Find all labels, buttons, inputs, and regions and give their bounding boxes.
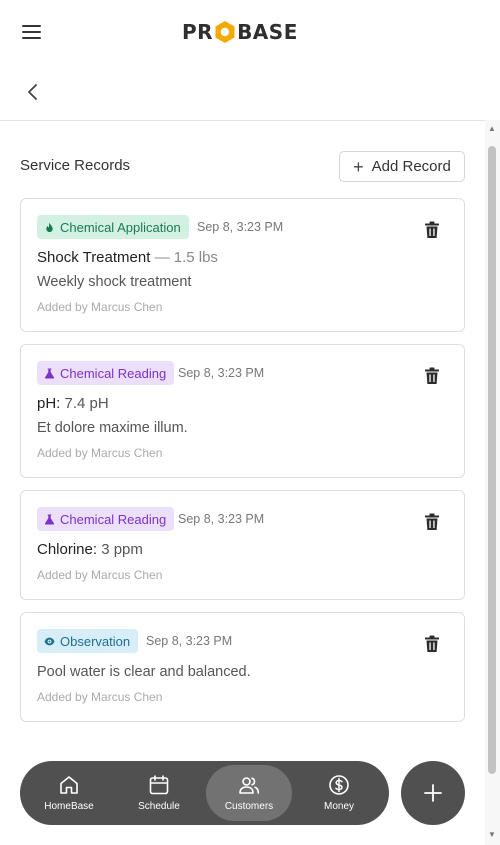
logo-hexagon-icon <box>215 21 235 43</box>
nav-label: Customers <box>224 801 274 812</box>
flask-icon <box>44 513 55 525</box>
add-fab-button[interactable] <box>401 761 465 825</box>
record-card: Chemical Application Sep 8, 3:23 PM Shoc… <box>20 198 465 332</box>
record-description: Weekly shock treatment <box>37 274 192 290</box>
record-type-badge: Chemical Reading <box>37 507 175 531</box>
record-timestamp: Sep 8, 3:23 PM <box>146 634 233 648</box>
delete-trash-icon[interactable] <box>424 221 440 239</box>
badge-label: Chemical Reading <box>60 511 167 527</box>
record-type-badge: Chemical Reading <box>37 361 175 385</box>
record-description: Pool water is clear and balanced. <box>37 664 251 680</box>
record-card: Chemical Reading Sep 8, 3:23 PM pH: 7.4 … <box>20 344 465 478</box>
record-card: Chemical Reading Sep 8, 3:23 PM Chlorine… <box>20 490 465 600</box>
eye-icon <box>44 637 55 645</box>
nav-label: Money <box>323 801 354 812</box>
record-description: Et dolore maxime illum. <box>37 420 188 436</box>
record-quantity: — 1.5 lbs <box>154 249 218 266</box>
record-added-by: Added by Marcus Chen <box>37 690 163 704</box>
add-record-label: Add Record <box>371 158 451 175</box>
scroll-up-icon[interactable]: ▲ <box>488 124 496 133</box>
nav-item-homebase[interactable]: HomeBase <box>24 765 114 821</box>
nav-item-customers[interactable]: Customers <box>206 765 292 821</box>
record-value: 7.4 pH <box>64 395 109 412</box>
record-added-by: Added by Marcus Chen <box>37 446 163 460</box>
record-card: Observation Sep 8, 3:23 PM Pool water is… <box>20 612 465 722</box>
record-title: Shock Treatment — 1.5 lbs <box>37 249 218 266</box>
scroll-down-icon[interactable]: ▼ <box>488 830 496 839</box>
record-timestamp: Sep 8, 3:23 PM <box>197 220 284 234</box>
delete-trash-icon[interactable] <box>424 635 440 653</box>
probase-logo: PR BASE <box>182 20 298 44</box>
add-record-button[interactable]: + Add Record <box>339 151 465 182</box>
users-icon <box>239 777 260 794</box>
nav-item-money[interactable]: Money <box>294 765 384 821</box>
record-value: 3 ppm <box>101 541 143 558</box>
bottom-nav: HomeBase Schedule Customers Money <box>20 761 389 825</box>
nav-label: Schedule <box>138 801 180 812</box>
logo-text-right: BASE <box>237 20 298 44</box>
plus-icon: + <box>353 156 364 177</box>
record-timestamp: Sep 8, 3:23 PM <box>178 512 265 526</box>
delete-trash-icon[interactable] <box>424 367 440 385</box>
home-icon <box>60 776 78 794</box>
record-title: Chlorine: 3 ppm <box>37 541 143 558</box>
record-added-by: Added by Marcus Chen <box>37 568 163 582</box>
record-type-badge: Observation <box>37 629 139 653</box>
section-title: Service Records <box>20 157 131 174</box>
calendar-icon <box>149 775 169 795</box>
plus-icon <box>424 784 442 802</box>
badge-label: Observation <box>60 633 131 649</box>
flask-icon <box>44 367 55 379</box>
logo-text-left: PR <box>182 20 214 44</box>
delete-trash-icon[interactable] <box>424 513 440 531</box>
record-title-text: Chlorine: <box>37 541 98 558</box>
record-timestamp: Sep 8, 3:23 PM <box>178 366 265 380</box>
dollar-icon <box>329 775 349 795</box>
record-title-text: Shock Treatment <box>37 249 151 266</box>
nav-label: HomeBase <box>44 801 94 812</box>
record-title: pH: 7.4 pH <box>37 395 109 412</box>
flame-icon <box>46 221 53 232</box>
menu-icon[interactable] <box>22 22 42 42</box>
back-row <box>0 64 485 121</box>
scrollbar-thumb[interactable] <box>488 146 496 774</box>
badge-label: Chemical Application <box>60 219 181 235</box>
back-chevron-icon[interactable] <box>22 80 44 104</box>
top-bar: PR BASE <box>0 0 485 64</box>
badge-label: Chemical Reading <box>60 365 167 381</box>
record-type-badge: Chemical Application <box>37 215 189 239</box>
record-title-text: pH: <box>37 395 61 412</box>
record-added-by: Added by Marcus Chen <box>37 300 163 314</box>
nav-item-schedule[interactable]: Schedule <box>114 765 204 821</box>
